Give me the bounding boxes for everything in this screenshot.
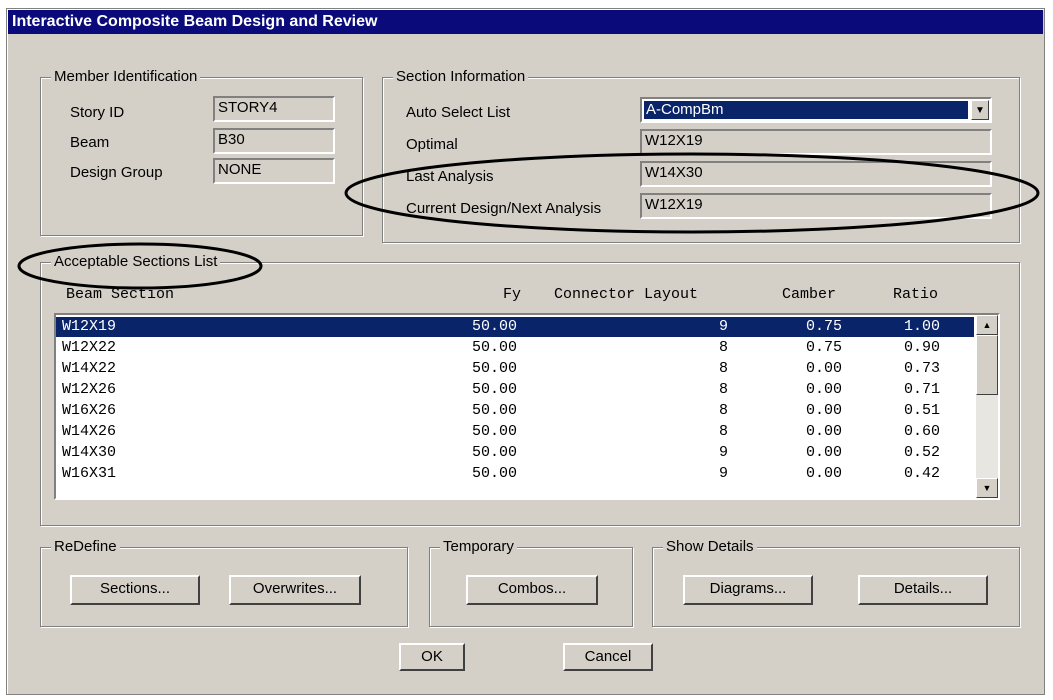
connector-layout-cell: 8 xyxy=(719,360,729,377)
optimal-label: Optimal xyxy=(406,136,458,153)
story-id-field[interactable]: STORY4 xyxy=(213,96,335,122)
column-header-beam-section: Beam Section xyxy=(66,286,175,303)
fy-cell: 50.00 xyxy=(472,360,518,377)
auto-select-list-value: A-CompBm xyxy=(644,101,968,119)
acceptable-sections-list[interactable]: W12X19 50.00 9 0.75 1.00 W12X22 50.00 8 … xyxy=(54,313,1000,500)
ratio-cell: 0.73 xyxy=(904,360,941,377)
beam-section-cell: W14X30 xyxy=(62,444,117,461)
ratio-cell: 1.00 xyxy=(904,318,941,335)
ratio-cell: 0.42 xyxy=(904,465,941,482)
beam-section-cell: W14X26 xyxy=(62,423,117,440)
list-item[interactable]: W16X31 50.00 9 0.00 0.42 xyxy=(56,464,974,484)
camber-cell: 0.00 xyxy=(806,381,843,398)
combos-button[interactable]: Combos... xyxy=(466,575,598,605)
ratio-cell: 0.52 xyxy=(904,444,941,461)
list-item[interactable]: W12X22 50.00 8 0.75 0.90 xyxy=(56,338,974,358)
overwrites-button[interactable]: Overwrites... xyxy=(229,575,361,605)
last-analysis-label: Last Analysis xyxy=(406,168,494,185)
camber-cell: 0.00 xyxy=(806,402,843,419)
fy-cell: 50.00 xyxy=(472,318,518,335)
camber-cell: 0.75 xyxy=(806,339,843,356)
camber-cell: 0.00 xyxy=(806,360,843,377)
list-item[interactable]: W14X26 50.00 8 0.00 0.60 xyxy=(56,422,974,442)
column-header-ratio: Ratio xyxy=(893,286,939,303)
temporary-title: Temporary xyxy=(440,538,517,556)
column-header-camber: Camber xyxy=(782,286,837,303)
beam-label: Beam xyxy=(70,134,110,151)
beam-section-cell: W12X26 xyxy=(62,381,117,398)
connector-layout-cell: 8 xyxy=(719,402,729,419)
chevron-down-icon[interactable]: ▼ xyxy=(971,100,989,120)
connector-layout-cell: 9 xyxy=(719,465,729,482)
connector-layout-cell: 9 xyxy=(719,318,729,335)
vertical-scrollbar[interactable]: ▲ ▼ xyxy=(976,315,998,498)
auto-select-list-label: Auto Select List xyxy=(406,104,511,121)
list-item[interactable]: W12X26 50.00 8 0.00 0.71 xyxy=(56,380,974,400)
details-button[interactable]: Details... xyxy=(858,575,988,605)
list-item[interactable]: W14X30 50.00 9 0.00 0.52 xyxy=(56,443,974,463)
camber-cell: 0.00 xyxy=(806,444,843,461)
beam-section-cell: W12X19 xyxy=(62,318,117,335)
sections-button[interactable]: Sections... xyxy=(70,575,200,605)
connector-layout-cell: 8 xyxy=(719,381,729,398)
scroll-up-icon[interactable]: ▲ xyxy=(976,315,998,335)
ratio-cell: 0.90 xyxy=(904,339,941,356)
fy-cell: 50.00 xyxy=(472,381,518,398)
column-header-connector-layout: Connector Layout xyxy=(554,286,699,303)
current-design-label: Current Design/Next Analysis xyxy=(406,200,602,217)
ratio-cell: 0.51 xyxy=(904,402,941,419)
beam-field[interactable]: B30 xyxy=(213,128,335,154)
list-item[interactable]: W14X22 50.00 8 0.00 0.73 xyxy=(56,359,974,379)
member-identification-title: Member Identification xyxy=(51,68,201,86)
scroll-down-icon[interactable]: ▼ xyxy=(976,478,998,498)
design-group-field[interactable]: NONE xyxy=(213,158,335,184)
acceptable-sections-title: Acceptable Sections List xyxy=(51,253,221,271)
fy-cell: 50.00 xyxy=(472,423,518,440)
diagrams-button[interactable]: Diagrams... xyxy=(683,575,813,605)
column-header-fy: Fy xyxy=(503,286,522,303)
camber-cell: 0.75 xyxy=(806,318,843,335)
fy-cell: 50.00 xyxy=(472,339,518,356)
list-item[interactable]: W16X26 50.00 8 0.00 0.51 xyxy=(56,401,974,421)
ratio-cell: 0.60 xyxy=(904,423,941,440)
connector-layout-cell: 9 xyxy=(719,444,729,461)
camber-cell: 0.00 xyxy=(806,423,843,440)
section-information-title: Section Information xyxy=(393,68,529,86)
design-group-label: Design Group xyxy=(70,164,163,181)
show-details-title: Show Details xyxy=(663,538,757,556)
cancel-button[interactable]: Cancel xyxy=(563,643,653,671)
fy-cell: 50.00 xyxy=(472,402,518,419)
scrollbar-thumb[interactable] xyxy=(976,335,998,395)
ok-button[interactable]: OK xyxy=(399,643,465,671)
connector-layout-cell: 8 xyxy=(719,339,729,356)
beam-section-cell: W16X31 xyxy=(62,465,117,482)
optimal-field: W12X19 xyxy=(640,129,992,155)
beam-section-cell: W14X22 xyxy=(62,360,117,377)
beam-section-cell: W12X22 xyxy=(62,339,117,356)
list-item[interactable]: W12X19 50.00 9 0.75 1.00 xyxy=(56,317,974,337)
last-analysis-field: W14X30 xyxy=(640,161,992,187)
window-title: Interactive Composite Beam Design and Re… xyxy=(8,10,1043,34)
camber-cell: 0.00 xyxy=(806,465,843,482)
auto-select-list-dropdown[interactable]: A-CompBm ▼ xyxy=(640,97,992,123)
connector-layout-cell: 8 xyxy=(719,423,729,440)
current-design-field[interactable]: W12X19 xyxy=(640,193,992,219)
beam-section-cell: W16X26 xyxy=(62,402,117,419)
story-id-label: Story ID xyxy=(70,104,125,121)
ratio-cell: 0.71 xyxy=(904,381,941,398)
fy-cell: 50.00 xyxy=(472,444,518,461)
redefine-title: ReDefine xyxy=(51,538,120,556)
fy-cell: 50.00 xyxy=(472,465,518,482)
